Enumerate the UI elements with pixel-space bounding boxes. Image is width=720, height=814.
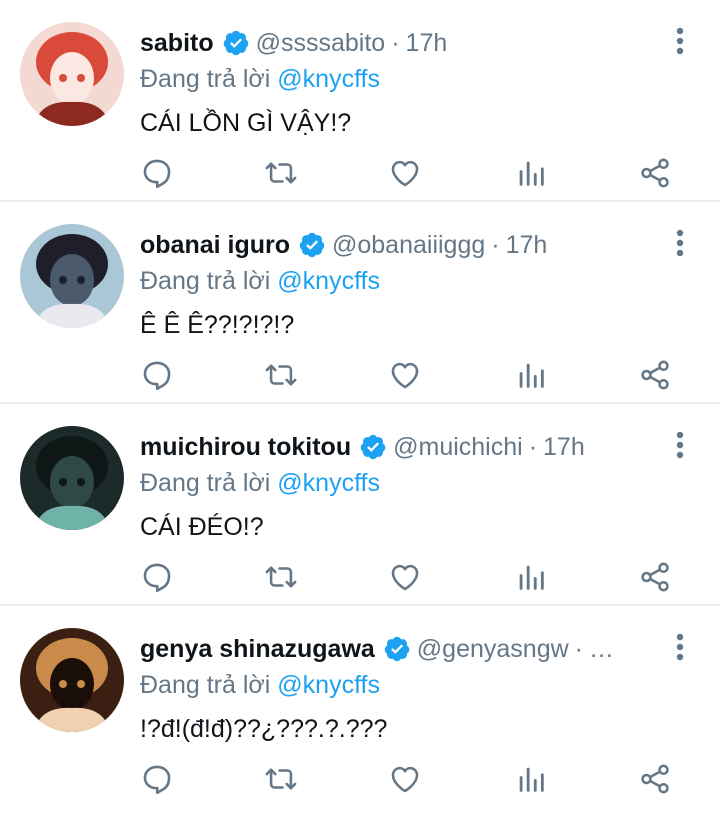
heart-icon[interactable] <box>388 560 422 594</box>
reply-mention-link[interactable]: @knycffs <box>277 671 380 699</box>
tweet-header: muichirou tokitou @muichichi · 17h <box>140 428 660 466</box>
timestamp[interactable]: … <box>589 635 614 664</box>
display-name[interactable]: muichirou tokitou <box>140 433 351 462</box>
heart-icon[interactable] <box>388 358 422 392</box>
more-options-icon[interactable] <box>668 26 692 56</box>
more-options-icon[interactable] <box>668 430 692 460</box>
verified-badge-icon <box>223 30 248 56</box>
analytics-icon[interactable] <box>514 762 548 796</box>
tweet-text: CÁI LỒN GÌ VẬY!? <box>140 109 352 137</box>
verified-badge-icon <box>360 434 386 460</box>
tweet-content: muichirou tokitou @muichichi · 17h Đang … <box>140 428 660 544</box>
replying-to: Đang trả lời @knycffs <box>140 62 660 96</box>
replying-to-label: Đang trả lời <box>140 671 278 699</box>
separator-dot: · <box>574 634 583 663</box>
replying-to-label: Đang trả lời <box>140 267 278 295</box>
tweet-header: genya shinazugawa @genyasngw · … <box>140 630 660 668</box>
display-name[interactable]: genya shinazugawa <box>140 635 375 664</box>
separator-dot: · <box>528 432 538 461</box>
more-options-icon[interactable] <box>668 228 692 258</box>
reply-icon[interactable] <box>140 156 174 190</box>
avatar[interactable] <box>20 224 124 328</box>
reply-mention-link[interactable]: @knycffs <box>277 267 380 295</box>
user-handle[interactable]: @muichichi <box>393 433 523 462</box>
timestamp[interactable]: 17h <box>506 231 548 260</box>
reply-mention-link[interactable]: @knycffs <box>277 65 380 93</box>
tweet-text: CÁI ĐÉO!? <box>140 513 264 541</box>
display-name[interactable]: obanai iguro <box>140 231 290 260</box>
user-handle[interactable]: @ssssabito <box>256 29 386 58</box>
tweet-header: sabito @ssssabito · 17h <box>140 24 660 62</box>
analytics-icon[interactable] <box>514 156 548 190</box>
reply-mention-link[interactable]: @knycffs <box>277 469 380 497</box>
reply-icon[interactable] <box>140 358 174 392</box>
avatar[interactable] <box>20 426 124 530</box>
tweet-text: Ê Ê Ê??!?!?!? <box>140 311 295 339</box>
separator-dot: · <box>391 28 400 57</box>
replying-to: Đang trả lời @knycffs <box>140 668 660 702</box>
tweet-actions <box>140 156 672 190</box>
verified-badge-icon <box>299 232 325 258</box>
tweet[interactable]: muichirou tokitou @muichichi · 17h Đang … <box>0 404 720 606</box>
tweet-actions <box>140 358 672 392</box>
replying-to: Đang trả lời @knycffs <box>140 466 660 500</box>
timestamp[interactable]: 17h <box>406 29 448 58</box>
tweet[interactable]: sabito @ssssabito · 17h Đang trả lời @kn… <box>0 0 720 202</box>
verified-badge-icon <box>384 636 410 662</box>
tweet-header: obanai iguro @obanaiiiggg · 17h <box>140 226 660 264</box>
heart-icon[interactable] <box>388 156 422 190</box>
share-icon[interactable] <box>638 156 672 190</box>
reply-icon[interactable] <box>140 762 174 796</box>
tweet-content: obanai iguro @obanaiiiggg · 17h Đang trả… <box>140 226 660 342</box>
timestamp[interactable]: 17h <box>543 433 585 462</box>
analytics-icon[interactable] <box>514 358 548 392</box>
separator-dot: · <box>491 230 500 259</box>
replying-to-label: Đang trả lời <box>140 469 278 497</box>
tweet-content: genya shinazugawa @genyasngw · … Đang tr… <box>140 630 660 746</box>
avatar-image <box>20 22 124 126</box>
tweet-actions <box>140 560 672 594</box>
user-handle[interactable]: @obanaiiiggg <box>332 231 485 260</box>
retweet-icon[interactable] <box>264 762 298 796</box>
user-handle[interactable]: @genyasngw <box>417 635 569 664</box>
replying-to-label: Đang trả lời <box>140 65 278 93</box>
tweet[interactable]: genya shinazugawa @genyasngw · … Đang tr… <box>0 606 720 808</box>
avatar-image <box>20 628 124 732</box>
share-icon[interactable] <box>638 762 672 796</box>
retweet-icon[interactable] <box>264 156 298 190</box>
share-icon[interactable] <box>638 358 672 392</box>
tweet-actions <box>140 762 672 796</box>
retweet-icon[interactable] <box>264 358 298 392</box>
heart-icon[interactable] <box>388 762 422 796</box>
replying-to: Đang trả lời @knycffs <box>140 264 660 298</box>
reply-icon[interactable] <box>140 560 174 594</box>
tweet[interactable]: obanai iguro @obanaiiiggg · 17h Đang trả… <box>0 202 720 404</box>
more-options-icon[interactable] <box>668 632 692 662</box>
share-icon[interactable] <box>638 560 672 594</box>
avatar[interactable] <box>20 22 124 126</box>
tweet-content: sabito @ssssabito · 17h Đang trả lời @kn… <box>140 24 660 140</box>
avatar[interactable] <box>20 628 124 732</box>
analytics-icon[interactable] <box>514 560 548 594</box>
avatar-image <box>20 426 124 530</box>
avatar-image <box>20 224 124 328</box>
tweet-feed: sabito @ssssabito · 17h Đang trả lời @kn… <box>0 0 720 808</box>
display-name[interactable]: sabito <box>140 29 214 58</box>
tweet-text: !?đ!(đ!đ)??¿???.?.??? <box>140 715 388 743</box>
retweet-icon[interactable] <box>264 560 298 594</box>
